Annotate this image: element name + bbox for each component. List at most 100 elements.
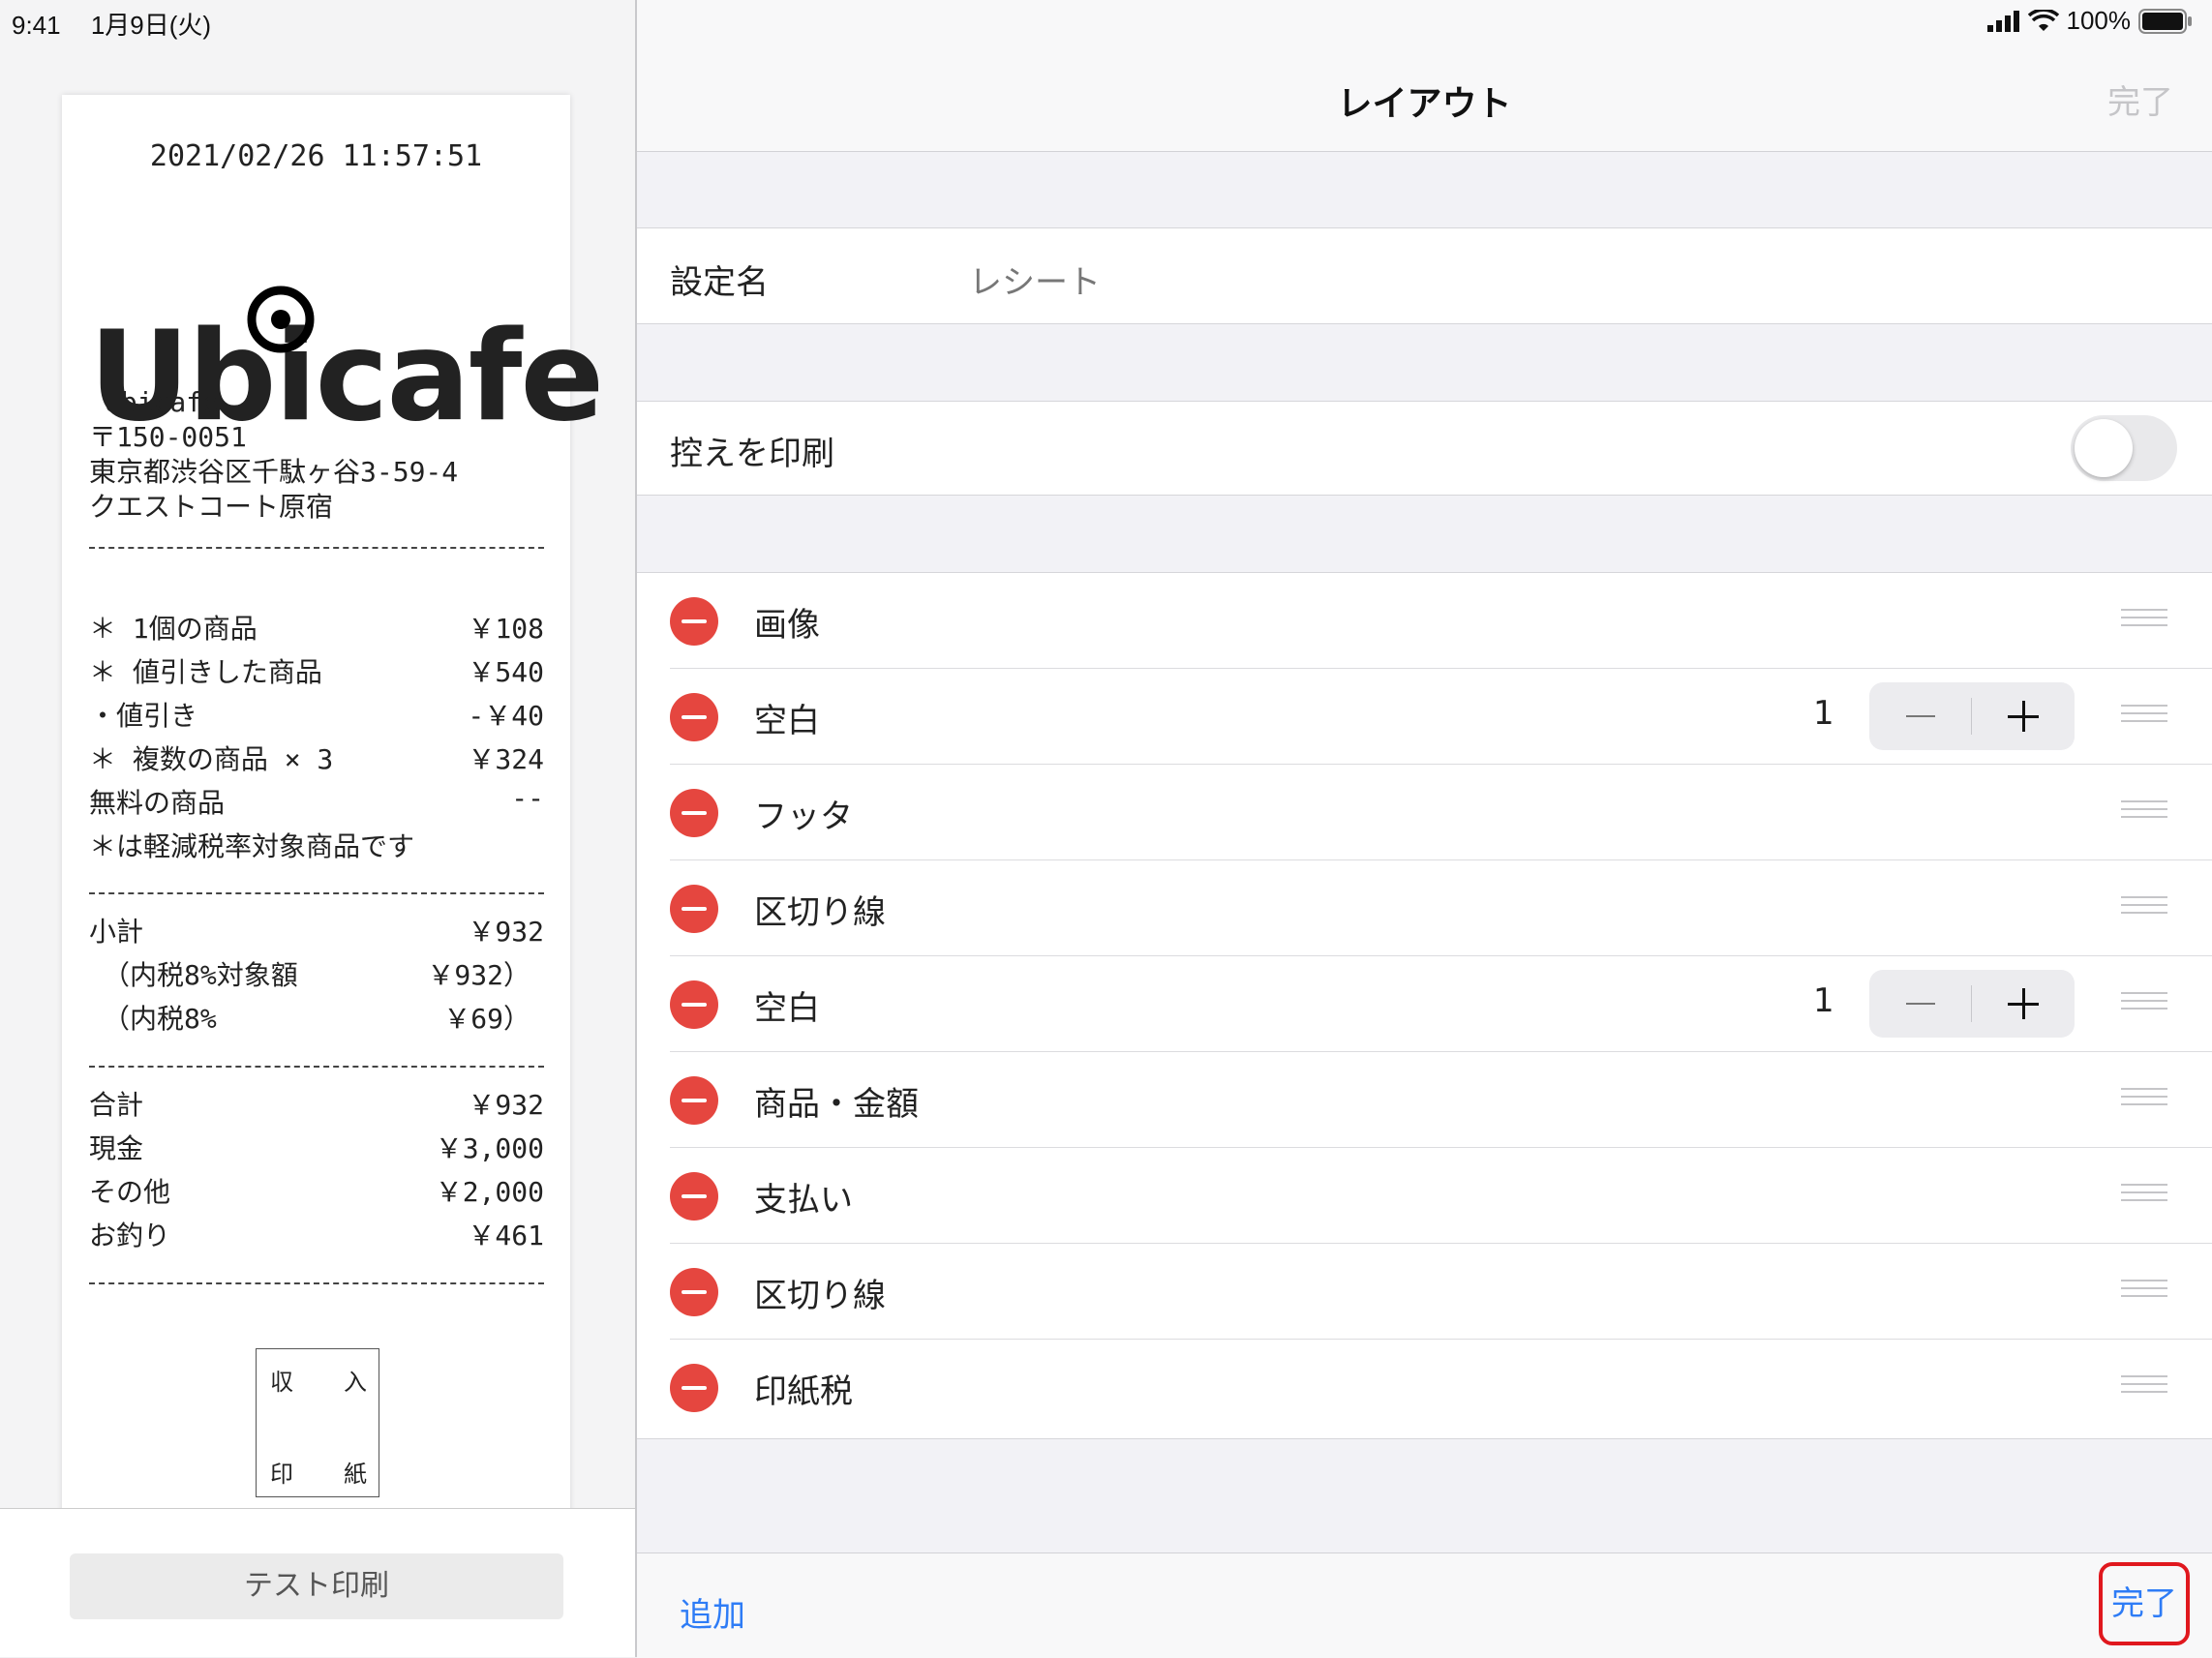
copy-print-label: 控えを印刷 (670, 435, 834, 473)
receipt-total-row: 現金 ￥3,000 (89, 1128, 544, 1166)
status-bar-left: 9:41 1月9日(火) (12, 6, 234, 42)
navigation-bar: 100% レイアウト 完了 (637, 0, 2212, 152)
subtotal-label: （内税8%対象額 (103, 959, 298, 991)
copy-print-cell: 控えを印刷 (637, 401, 2212, 496)
increment-icon[interactable] (2022, 988, 2025, 1019)
item-label: ＊ 複数の商品 × 3 (89, 743, 334, 775)
layout-settings-pane: 100% レイアウト 完了 設定名 レシート 控えを印刷 画像 空白 1 フッタ… (637, 0, 2212, 1658)
layout-item-name: 空白 (754, 702, 820, 740)
increment-icon[interactable] (2022, 701, 2025, 732)
reorder-handle-icon[interactable] (2121, 609, 2167, 632)
subtotal-label: 小計 (89, 916, 144, 948)
total-value: ￥932 (468, 1089, 544, 1121)
left-bottom-bar: テスト印刷 (0, 1508, 635, 1657)
layout-item-list: 画像 空白 1 フッタ 区切り線 空白 1 商品・金額 支払い 区切り線 印紙税 (637, 572, 2212, 1439)
subtotal-value: ￥69） (443, 1003, 530, 1035)
add-button[interactable]: 追加 (680, 1588, 745, 1636)
tax-note: ＊は軽減税率対象商品です (89, 830, 415, 862)
total-value: ￥461 (468, 1220, 544, 1251)
delete-icon[interactable] (670, 693, 718, 741)
delete-icon[interactable] (670, 1076, 718, 1125)
status-time: 9:41 (12, 11, 61, 40)
layout-item-name: 印紙税 (754, 1372, 853, 1411)
subtotal-label: （内税8% (103, 1003, 217, 1035)
delete-icon[interactable] (670, 1268, 718, 1316)
receipt-item-row: ＊ 値引きした商品 ￥540 (89, 651, 544, 690)
receipt-item-row: ＊ 1個の商品 ￥108 (89, 608, 544, 647)
decrement-icon[interactable] (1906, 1003, 1935, 1005)
item-label: ＊ 値引きした商品 (89, 656, 322, 688)
stamp-char: 入 (344, 1369, 367, 1396)
list-item: 画像 (637, 573, 2212, 669)
blank-count: 1 (1813, 694, 1834, 733)
battery-icon (2138, 8, 2192, 34)
shop-zip: 〒150-0051 (89, 421, 247, 453)
reorder-handle-icon[interactable] (2121, 1184, 2167, 1207)
receipt-subtotal-row: （内税8%対象額 ￥932） (89, 954, 544, 993)
setting-name-cell[interactable]: 設定名 レシート (637, 227, 2212, 324)
item-price: ￥108 (468, 613, 544, 645)
bottom-toolbar: 追加 完了 (637, 1552, 2212, 1658)
test-print-button[interactable]: テスト印刷 (70, 1553, 563, 1619)
delete-icon[interactable] (670, 789, 718, 837)
blank-count: 1 (1813, 981, 1834, 1020)
shop-building: クエストコート原宿 (89, 491, 334, 523)
list-item: 区切り線 (637, 1244, 2212, 1340)
shop-address: Ubicafe 〒150-0051 東京都渋谷区千駄ヶ谷3-59-4 クエストコ… (89, 385, 458, 525)
layout-item-name: 区切り線 (754, 893, 886, 932)
receipt-divider (89, 1066, 544, 1068)
reorder-handle-icon[interactable] (2121, 800, 2167, 824)
nav-done-button[interactable]: 完了 (2107, 75, 2173, 123)
delete-icon[interactable] (670, 1172, 718, 1221)
logo-eye-icon (247, 286, 315, 353)
list-item: 支払い (637, 1148, 2212, 1244)
list-item: 空白 1 (637, 956, 2212, 1052)
item-label: ・値引き (89, 700, 198, 732)
receipt-item-row: 無料の商品 -- (89, 782, 544, 821)
item-price: ￥540 (468, 656, 544, 688)
layout-item-name: 商品・金額 (754, 1085, 919, 1124)
stamp-char: 印 (270, 1461, 293, 1488)
reorder-handle-icon[interactable] (2121, 896, 2167, 919)
receipt-total-row: 合計 ￥932 (89, 1084, 544, 1123)
list-item: 区切り線 (637, 860, 2212, 956)
total-label: 現金 (89, 1132, 144, 1164)
setting-name-value[interactable]: レシート (969, 256, 1101, 303)
shop-name: Ubicafe (105, 386, 220, 418)
receipt-preview-pane: 9:41 1月9日(火) 2021/02/26 11:57:51 Ubicafe… (0, 0, 635, 1657)
decrement-icon[interactable] (1906, 715, 1935, 717)
receipt-note: ＊は軽減税率対象商品です (89, 826, 544, 864)
reorder-handle-icon[interactable] (2121, 1088, 2167, 1111)
reorder-handle-icon[interactable] (2121, 705, 2167, 728)
reorder-handle-icon[interactable] (2121, 1280, 2167, 1303)
item-label: 無料の商品 (89, 787, 226, 819)
item-price: -￥40 (468, 700, 544, 732)
receipt-total-row: その他 ￥2,000 (89, 1171, 544, 1210)
stepper-divider (1971, 698, 1972, 735)
stamp-char: 収 (270, 1369, 293, 1396)
receipt-item-row: ・値引き -￥40 (89, 695, 544, 734)
subtotal-value: ￥932 (468, 916, 544, 948)
receipt-item-row: ＊ 複数の商品 × 3 ￥324 (89, 739, 544, 777)
receipt-divider (89, 547, 544, 549)
delete-icon[interactable] (670, 1364, 718, 1412)
done-button[interactable]: 完了 (2099, 1562, 2190, 1645)
delete-icon[interactable] (670, 980, 718, 1029)
wifi-icon (2027, 9, 2059, 31)
toggle-knob (2075, 419, 2133, 477)
item-price: -- (511, 782, 544, 814)
battery-percent: 100% (2066, 6, 2132, 35)
delete-icon[interactable] (670, 597, 718, 646)
reorder-handle-icon[interactable] (2121, 992, 2167, 1015)
signal-icon (1986, 10, 2019, 32)
layout-item-name: 区切り線 (754, 1277, 886, 1315)
reorder-handle-icon[interactable] (2121, 1375, 2167, 1399)
list-item: 空白 1 (637, 669, 2212, 765)
blank-count-stepper[interactable] (1869, 682, 2075, 750)
delete-icon[interactable] (670, 885, 718, 933)
stepper-divider (1971, 985, 1972, 1022)
total-label: 合計 (89, 1089, 144, 1121)
copy-print-toggle[interactable] (2071, 415, 2177, 481)
status-date: 1月9日(火) (90, 11, 212, 40)
blank-count-stepper[interactable] (1869, 970, 2075, 1038)
